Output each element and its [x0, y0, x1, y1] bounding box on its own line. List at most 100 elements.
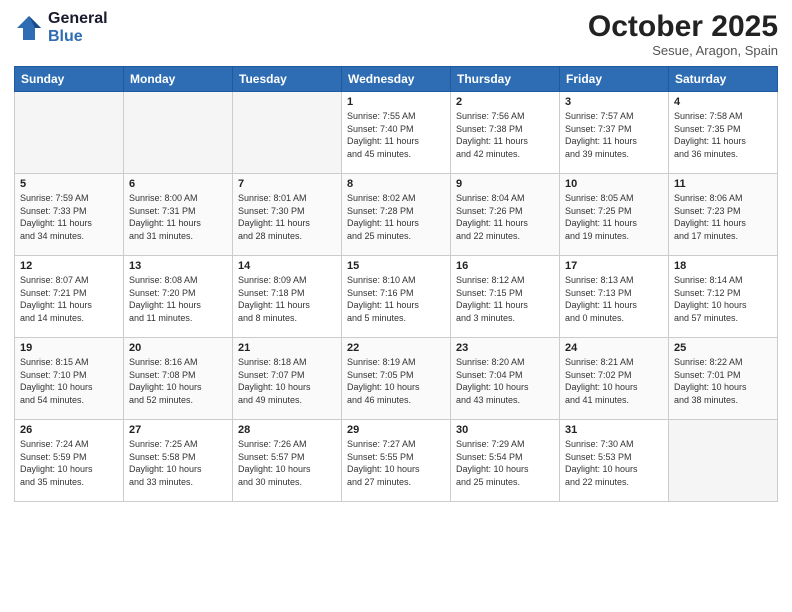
day-number: 28	[238, 424, 336, 436]
day-info: Sunrise: 8:02 AM Sunset: 7:28 PM Dayligh…	[347, 192, 445, 242]
logo-icon	[14, 13, 44, 43]
table-row: 4Sunrise: 7:58 AM Sunset: 7:35 PM Daylig…	[669, 92, 778, 174]
day-number: 18	[674, 260, 772, 272]
day-info: Sunrise: 8:06 AM Sunset: 7:23 PM Dayligh…	[674, 192, 772, 242]
day-info: Sunrise: 8:13 AM Sunset: 7:13 PM Dayligh…	[565, 274, 663, 324]
table-row: 11 Sunrise: 8:06 AM Sunset: 7:23 PM Dayli…	[669, 174, 778, 256]
calendar-week-row: 26 Sunrise: 7:24 AM Sunset: 5:59 PM Dayli…	[15, 420, 778, 502]
day-number: 27	[129, 424, 227, 436]
col-wednesday: Wednesday	[342, 67, 451, 92]
table-row: 16 Sunrise: 8:12 AM Sunset: 7:15 PM Dayli…	[451, 256, 560, 338]
day-info: Sunrise: 8:10 AM Sunset: 7:16 PM Dayligh…	[347, 274, 445, 324]
table-row: 15 Sunrise: 8:10 AM Sunset: 7:16 PM Dayli…	[342, 256, 451, 338]
day-number: 14	[238, 260, 336, 272]
table-row: 14 Sunrise: 8:09 AM Sunset: 7:18 PM Dayli…	[233, 256, 342, 338]
day-info: Sunrise: 8:21 AM Sunset: 7:02 PM Dayligh…	[565, 356, 663, 406]
day-info: Sunrise: 8:01 AM Sunset: 7:30 PM Dayligh…	[238, 192, 336, 242]
location-subtitle: Sesue, Aragon, Spain	[588, 43, 778, 58]
day-info: Sunrise: 7:58 AM Sunset: 7:35 PM Dayligh…	[674, 110, 772, 160]
page: General Blue October 2025 Sesue, Aragon,…	[0, 0, 792, 612]
table-row: 3Sunrise: 7:57 AM Sunset: 7:37 PM Daylig…	[560, 92, 669, 174]
calendar-week-row: 19 Sunrise: 8:15 AM Sunset: 7:10 PM Dayli…	[15, 338, 778, 420]
day-number: 3	[565, 96, 663, 108]
day-number: 25	[674, 342, 772, 354]
table-row	[124, 92, 233, 174]
logo: General Blue	[14, 10, 108, 45]
table-row: 27 Sunrise: 7:25 AM Sunset: 5:58 PM Dayli…	[124, 420, 233, 502]
table-row: 20 Sunrise: 8:16 AM Sunset: 7:08 PM Dayli…	[124, 338, 233, 420]
table-row: 5 Sunrise: 7:59 AM Sunset: 7:33 PM Daylig…	[15, 174, 124, 256]
table-row: 21 Sunrise: 8:18 AM Sunset: 7:07 PM Dayli…	[233, 338, 342, 420]
col-tuesday: Tuesday	[233, 67, 342, 92]
table-row: 12Sunrise: 8:07 AM Sunset: 7:21 PM Dayli…	[15, 256, 124, 338]
calendar-table: Sunday Monday Tuesday Wednesday Thursday…	[14, 66, 778, 502]
table-row	[15, 92, 124, 174]
table-row: 26 Sunrise: 7:24 AM Sunset: 5:59 PM Dayli…	[15, 420, 124, 502]
day-number: 20	[129, 342, 227, 354]
day-number: 26	[20, 424, 118, 436]
day-info: Sunrise: 8:07 AM Sunset: 7:21 PM Dayligh…	[20, 274, 118, 324]
table-row: 23 Sunrise: 8:20 AM Sunset: 7:04 PM Dayli…	[451, 338, 560, 420]
calendar-header-row: Sunday Monday Tuesday Wednesday Thursday…	[15, 67, 778, 92]
day-info: Sunrise: 8:12 AM Sunset: 7:15 PM Dayligh…	[456, 274, 554, 324]
day-number: 5	[20, 178, 118, 190]
table-row	[233, 92, 342, 174]
table-row: 24 Sunrise: 8:21 AM Sunset: 7:02 PM Dayli…	[560, 338, 669, 420]
day-info: Sunrise: 7:59 AM Sunset: 7:33 PM Dayligh…	[20, 192, 118, 242]
table-row: 13Sunrise: 8:08 AM Sunset: 7:20 PM Dayli…	[124, 256, 233, 338]
day-number: 16	[456, 260, 554, 272]
day-number: 2	[456, 96, 554, 108]
table-row: 19 Sunrise: 8:15 AM Sunset: 7:10 PM Dayli…	[15, 338, 124, 420]
day-info: Sunrise: 7:27 AM Sunset: 5:55 PM Dayligh…	[347, 438, 445, 488]
table-row: 7Sunrise: 8:01 AM Sunset: 7:30 PM Daylig…	[233, 174, 342, 256]
table-row: 28 Sunrise: 7:26 AM Sunset: 5:57 PM Dayli…	[233, 420, 342, 502]
col-thursday: Thursday	[451, 67, 560, 92]
month-title: October 2025	[588, 10, 778, 43]
day-info: Sunrise: 8:00 AM Sunset: 7:31 PM Dayligh…	[129, 192, 227, 242]
day-info: Sunrise: 8:16 AM Sunset: 7:08 PM Dayligh…	[129, 356, 227, 406]
day-info: Sunrise: 7:24 AM Sunset: 5:59 PM Dayligh…	[20, 438, 118, 488]
table-row: 1Sunrise: 7:55 AM Sunset: 7:40 PM Daylig…	[342, 92, 451, 174]
day-info: Sunrise: 8:09 AM Sunset: 7:18 PM Dayligh…	[238, 274, 336, 324]
day-number: 9	[456, 178, 554, 190]
table-row: 30Sunrise: 7:29 AM Sunset: 5:54 PM Dayli…	[451, 420, 560, 502]
day-info: Sunrise: 7:55 AM Sunset: 7:40 PM Dayligh…	[347, 110, 445, 160]
day-number: 17	[565, 260, 663, 272]
day-number: 23	[456, 342, 554, 354]
day-number: 11	[674, 178, 772, 190]
table-row: 31Sunrise: 7:30 AM Sunset: 5:53 PM Dayli…	[560, 420, 669, 502]
table-row: 6 Sunrise: 8:00 AM Sunset: 7:31 PM Daylig…	[124, 174, 233, 256]
day-info: Sunrise: 8:20 AM Sunset: 7:04 PM Dayligh…	[456, 356, 554, 406]
calendar-week-row: 5 Sunrise: 7:59 AM Sunset: 7:33 PM Daylig…	[15, 174, 778, 256]
day-number: 15	[347, 260, 445, 272]
col-saturday: Saturday	[669, 67, 778, 92]
day-info: Sunrise: 8:08 AM Sunset: 7:20 PM Dayligh…	[129, 274, 227, 324]
day-info: Sunrise: 8:18 AM Sunset: 7:07 PM Dayligh…	[238, 356, 336, 406]
day-number: 31	[565, 424, 663, 436]
table-row: 9 Sunrise: 8:04 AM Sunset: 7:26 PM Daylig…	[451, 174, 560, 256]
table-row: 25 Sunrise: 8:22 AM Sunset: 7:01 PM Dayli…	[669, 338, 778, 420]
col-friday: Friday	[560, 67, 669, 92]
day-number: 19	[20, 342, 118, 354]
table-row: 18Sunrise: 8:14 AM Sunset: 7:12 PM Dayli…	[669, 256, 778, 338]
logo-text: General Blue	[48, 10, 108, 45]
table-row: 2Sunrise: 7:56 AM Sunset: 7:38 PM Daylig…	[451, 92, 560, 174]
day-number: 10	[565, 178, 663, 190]
day-number: 24	[565, 342, 663, 354]
col-sunday: Sunday	[15, 67, 124, 92]
table-row: 22Sunrise: 8:19 AM Sunset: 7:05 PM Dayli…	[342, 338, 451, 420]
day-info: Sunrise: 7:25 AM Sunset: 5:58 PM Dayligh…	[129, 438, 227, 488]
calendar-week-row: 1Sunrise: 7:55 AM Sunset: 7:40 PM Daylig…	[15, 92, 778, 174]
day-info: Sunrise: 8:22 AM Sunset: 7:01 PM Dayligh…	[674, 356, 772, 406]
day-number: 8	[347, 178, 445, 190]
table-row: 29 Sunrise: 7:27 AM Sunset: 5:55 PM Dayli…	[342, 420, 451, 502]
day-info: Sunrise: 7:26 AM Sunset: 5:57 PM Dayligh…	[238, 438, 336, 488]
day-number: 29	[347, 424, 445, 436]
day-number: 21	[238, 342, 336, 354]
calendar-week-row: 12Sunrise: 8:07 AM Sunset: 7:21 PM Dayli…	[15, 256, 778, 338]
day-info: Sunrise: 8:15 AM Sunset: 7:10 PM Dayligh…	[20, 356, 118, 406]
table-row: 17 Sunrise: 8:13 AM Sunset: 7:13 PM Dayli…	[560, 256, 669, 338]
day-info: Sunrise: 8:04 AM Sunset: 7:26 PM Dayligh…	[456, 192, 554, 242]
day-number: 6	[129, 178, 227, 190]
table-row	[669, 420, 778, 502]
